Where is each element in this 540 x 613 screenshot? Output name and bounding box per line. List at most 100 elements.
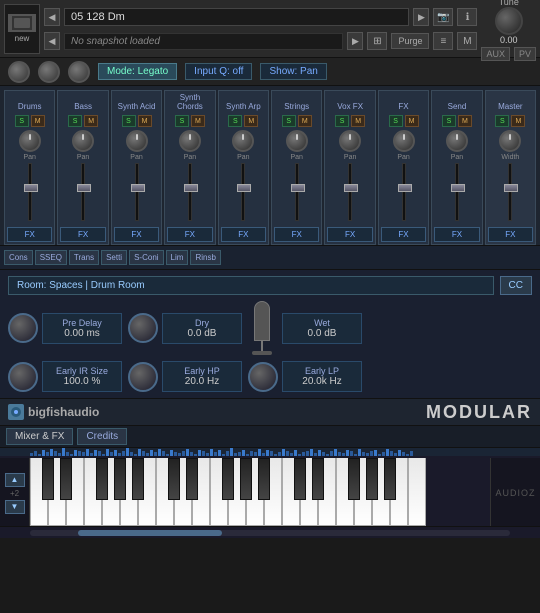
fader-track-synth-acid[interactable] (135, 163, 139, 221)
cc-btn[interactable]: CC (500, 276, 532, 295)
solo-btn-synth-chords[interactable]: S (175, 115, 189, 127)
fader-track-drums[interactable] (28, 163, 32, 221)
tab-cons[interactable]: Cons (4, 250, 33, 265)
tab-sconi[interactable]: S-Coni (129, 250, 163, 265)
scroll-thumb[interactable] (78, 530, 222, 536)
snap-extra-btn[interactable]: M (457, 32, 477, 50)
fx-btn-drums[interactable]: FX (7, 227, 52, 242)
next-btn[interactable]: ▶ (413, 8, 429, 26)
mute-btn-vox-fx[interactable]: M (351, 115, 365, 127)
camera-btn[interactable]: 📷 (433, 8, 453, 26)
pan-knob-bass[interactable] (72, 130, 94, 152)
fader-track-vox-fx[interactable] (348, 163, 352, 221)
fx-btn-bass[interactable]: FX (60, 227, 105, 242)
solo-btn-bass[interactable]: S (68, 115, 82, 127)
width-knob-master[interactable] (499, 130, 521, 152)
fader-thumb-vox-fx[interactable] (344, 184, 358, 192)
black-key[interactable] (384, 458, 396, 500)
solo-btn-synth-arp[interactable]: S (228, 115, 242, 127)
solo-btn-send[interactable]: S (442, 115, 456, 127)
fx-btn-strings[interactable]: FX (274, 227, 319, 242)
black-key[interactable] (60, 458, 72, 500)
prev-btn[interactable]: ◀ (44, 8, 60, 26)
inputq-select[interactable]: Input Q: off (185, 63, 252, 80)
black-key[interactable] (294, 458, 306, 500)
solo-btn-master[interactable]: S (495, 115, 509, 127)
mute-btn-fx[interactable]: M (405, 115, 419, 127)
info-btn[interactable]: ℹ (457, 8, 477, 26)
purge-btn[interactable]: Purge (391, 33, 429, 49)
snap-settings-btn[interactable]: ≡ (433, 32, 453, 50)
pan-knob-synth-chords[interactable] (179, 130, 201, 152)
tune-knob[interactable] (495, 7, 523, 35)
mute-btn-drums[interactable]: M (31, 115, 45, 127)
fader-thumb-master[interactable] (504, 184, 518, 192)
pan-knob-strings[interactable] (286, 130, 308, 152)
credits-btn[interactable]: Credits (77, 428, 127, 445)
black-key[interactable] (168, 458, 180, 500)
fader-track-synth-arp[interactable] (241, 163, 245, 221)
solo-btn-fx[interactable]: S (389, 115, 403, 127)
fader-track-bass[interactable] (81, 163, 85, 221)
fader-track-fx[interactable] (402, 163, 406, 221)
fx-btn-synth-acid[interactable]: FX (114, 227, 159, 242)
fx-btn-synth-chords[interactable]: FX (167, 227, 212, 242)
mode-knob-1[interactable] (8, 61, 30, 83)
mute-btn-send[interactable]: M (458, 115, 472, 127)
fader-track-synth-chords[interactable] (188, 163, 192, 221)
fx-btn-synth-arp[interactable]: FX (221, 227, 266, 242)
mute-btn-bass[interactable]: M (84, 115, 98, 127)
pre-delay-knob[interactable] (8, 313, 38, 343)
black-key[interactable] (348, 458, 360, 500)
black-key[interactable] (258, 458, 270, 500)
snap-icon-btn[interactable]: ⊞ (367, 32, 387, 50)
mute-btn-synth-acid[interactable]: M (138, 115, 152, 127)
scroll-track[interactable] (30, 530, 510, 536)
show-select[interactable]: Show: Pan (260, 63, 326, 80)
pan-knob-vox-fx[interactable] (339, 130, 361, 152)
solo-btn-drums[interactable]: S (15, 115, 29, 127)
pan-knob-synth-arp[interactable] (232, 130, 254, 152)
snap-next-btn[interactable]: ▶ (347, 32, 363, 50)
snap-prev-btn[interactable]: ◀ (44, 32, 60, 50)
mode-knob-3[interactable] (68, 61, 90, 83)
pan-knob-fx[interactable] (393, 130, 415, 152)
pan-knob-send[interactable] (446, 130, 468, 152)
mute-btn-strings[interactable]: M (298, 115, 312, 127)
solo-btn-vox-fx[interactable]: S (335, 115, 349, 127)
fader-thumb-drums[interactable] (24, 184, 38, 192)
tab-sseq[interactable]: SSEQ (35, 250, 67, 265)
mute-btn-synth-chords[interactable]: M (191, 115, 205, 127)
early-ir-knob[interactable] (8, 362, 38, 392)
fader-thumb-strings[interactable] (291, 184, 305, 192)
tab-trans[interactable]: Trans (69, 250, 99, 265)
solo-btn-strings[interactable]: S (282, 115, 296, 127)
black-key[interactable] (42, 458, 54, 500)
black-key[interactable] (186, 458, 198, 500)
black-key[interactable] (114, 458, 126, 500)
room-select[interactable]: Room: Spaces | Drum Room (8, 276, 494, 295)
fader-thumb-synth-acid[interactable] (131, 184, 145, 192)
fader-track-master[interactable] (508, 163, 512, 221)
fader-thumb-fx[interactable] (398, 184, 412, 192)
black-key[interactable] (222, 458, 234, 500)
tab-lim[interactable]: Lim (166, 250, 189, 265)
early-hp-knob[interactable] (128, 362, 158, 392)
mute-btn-master[interactable]: M (511, 115, 525, 127)
mode-select[interactable]: Mode: Legato (98, 63, 177, 80)
fader-thumb-synth-chords[interactable] (184, 184, 198, 192)
fx-btn-send[interactable]: FX (434, 227, 479, 242)
mode-knob-2[interactable] (38, 61, 60, 83)
fx-btn-master[interactable]: FX (488, 227, 533, 242)
fader-thumb-send[interactable] (451, 184, 465, 192)
fx-btn-vox-fx[interactable]: FX (327, 227, 372, 242)
fader-thumb-bass[interactable] (77, 184, 91, 192)
tab-setti[interactable]: Setti (101, 250, 127, 265)
solo-btn-synth-acid[interactable]: S (122, 115, 136, 127)
octave-up-btn[interactable]: ▲ (5, 473, 25, 487)
black-key[interactable] (240, 458, 252, 500)
fader-track-strings[interactable] (295, 163, 299, 221)
mixer-fx-tab[interactable]: Mixer & FX (6, 428, 73, 445)
fader-track-send[interactable] (455, 163, 459, 221)
octave-down-btn[interactable]: ▼ (5, 500, 25, 514)
